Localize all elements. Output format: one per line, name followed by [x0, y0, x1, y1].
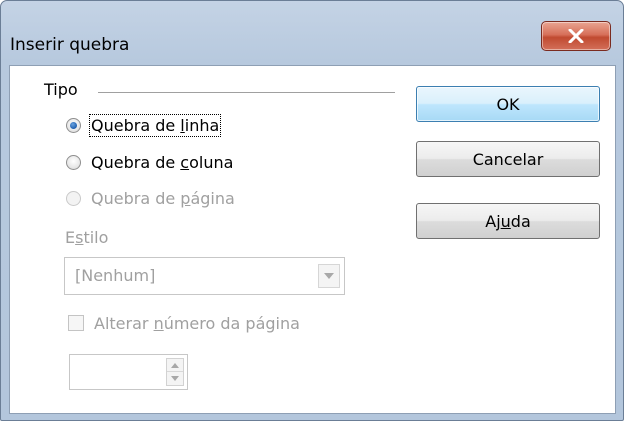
type-group-divider — [98, 92, 395, 93]
help-label-end: da — [510, 211, 531, 231]
spin-up-button — [167, 359, 183, 372]
radio-page-break-indicator — [66, 190, 81, 206]
cancel-button[interactable]: Cancelar — [416, 141, 600, 177]
spin-down-button — [167, 372, 183, 385]
radio-column-break-indicator[interactable] — [66, 154, 81, 170]
dialog-client-area: Tipo Quebra de linha Quebra de coluna Qu… — [9, 65, 616, 414]
radio-page-break: Quebra de página — [66, 186, 235, 210]
radio-column-break[interactable]: Quebra de coluna — [66, 150, 233, 174]
radio-column-break-label: Quebra de coluna — [91, 152, 234, 172]
close-button[interactable] — [541, 21, 611, 51]
radio-line-break-label: Quebra de linha — [88, 113, 222, 137]
ok-button[interactable]: OK — [416, 86, 600, 122]
change-page-number-label: Alterar número da página — [94, 313, 300, 333]
radio-page-break-label: Quebra de página — [91, 188, 235, 208]
radio-line-break[interactable]: Quebra de linha — [66, 113, 222, 137]
chevron-down-icon — [324, 273, 334, 279]
page-number-spin-buttons — [166, 358, 184, 386]
style-dropdown-button — [318, 264, 340, 288]
page-number-spinner — [69, 354, 188, 390]
insert-break-dialog: Inserir quebra Tipo Quebra de linha Queb… — [0, 0, 624, 421]
change-page-number-box — [68, 315, 84, 331]
style-dropdown: [Nenhum] — [64, 257, 345, 295]
help-label-start: Aj — [485, 211, 501, 231]
type-group-label: Tipo — [44, 80, 78, 99]
help-button[interactable]: Aj u da — [416, 203, 600, 239]
arrow-up-icon — [171, 362, 179, 368]
window-title: Inserir quebra — [10, 35, 130, 55]
radio-line-break-indicator[interactable] — [66, 117, 81, 133]
style-dropdown-value: [Nenhum] — [75, 266, 156, 285]
style-label: Estilo — [65, 228, 109, 247]
arrow-down-icon — [171, 376, 179, 381]
close-icon — [568, 29, 584, 43]
change-page-number-checkbox: Alterar número da página — [68, 311, 300, 335]
help-label-mnemonic: u — [500, 211, 511, 231]
